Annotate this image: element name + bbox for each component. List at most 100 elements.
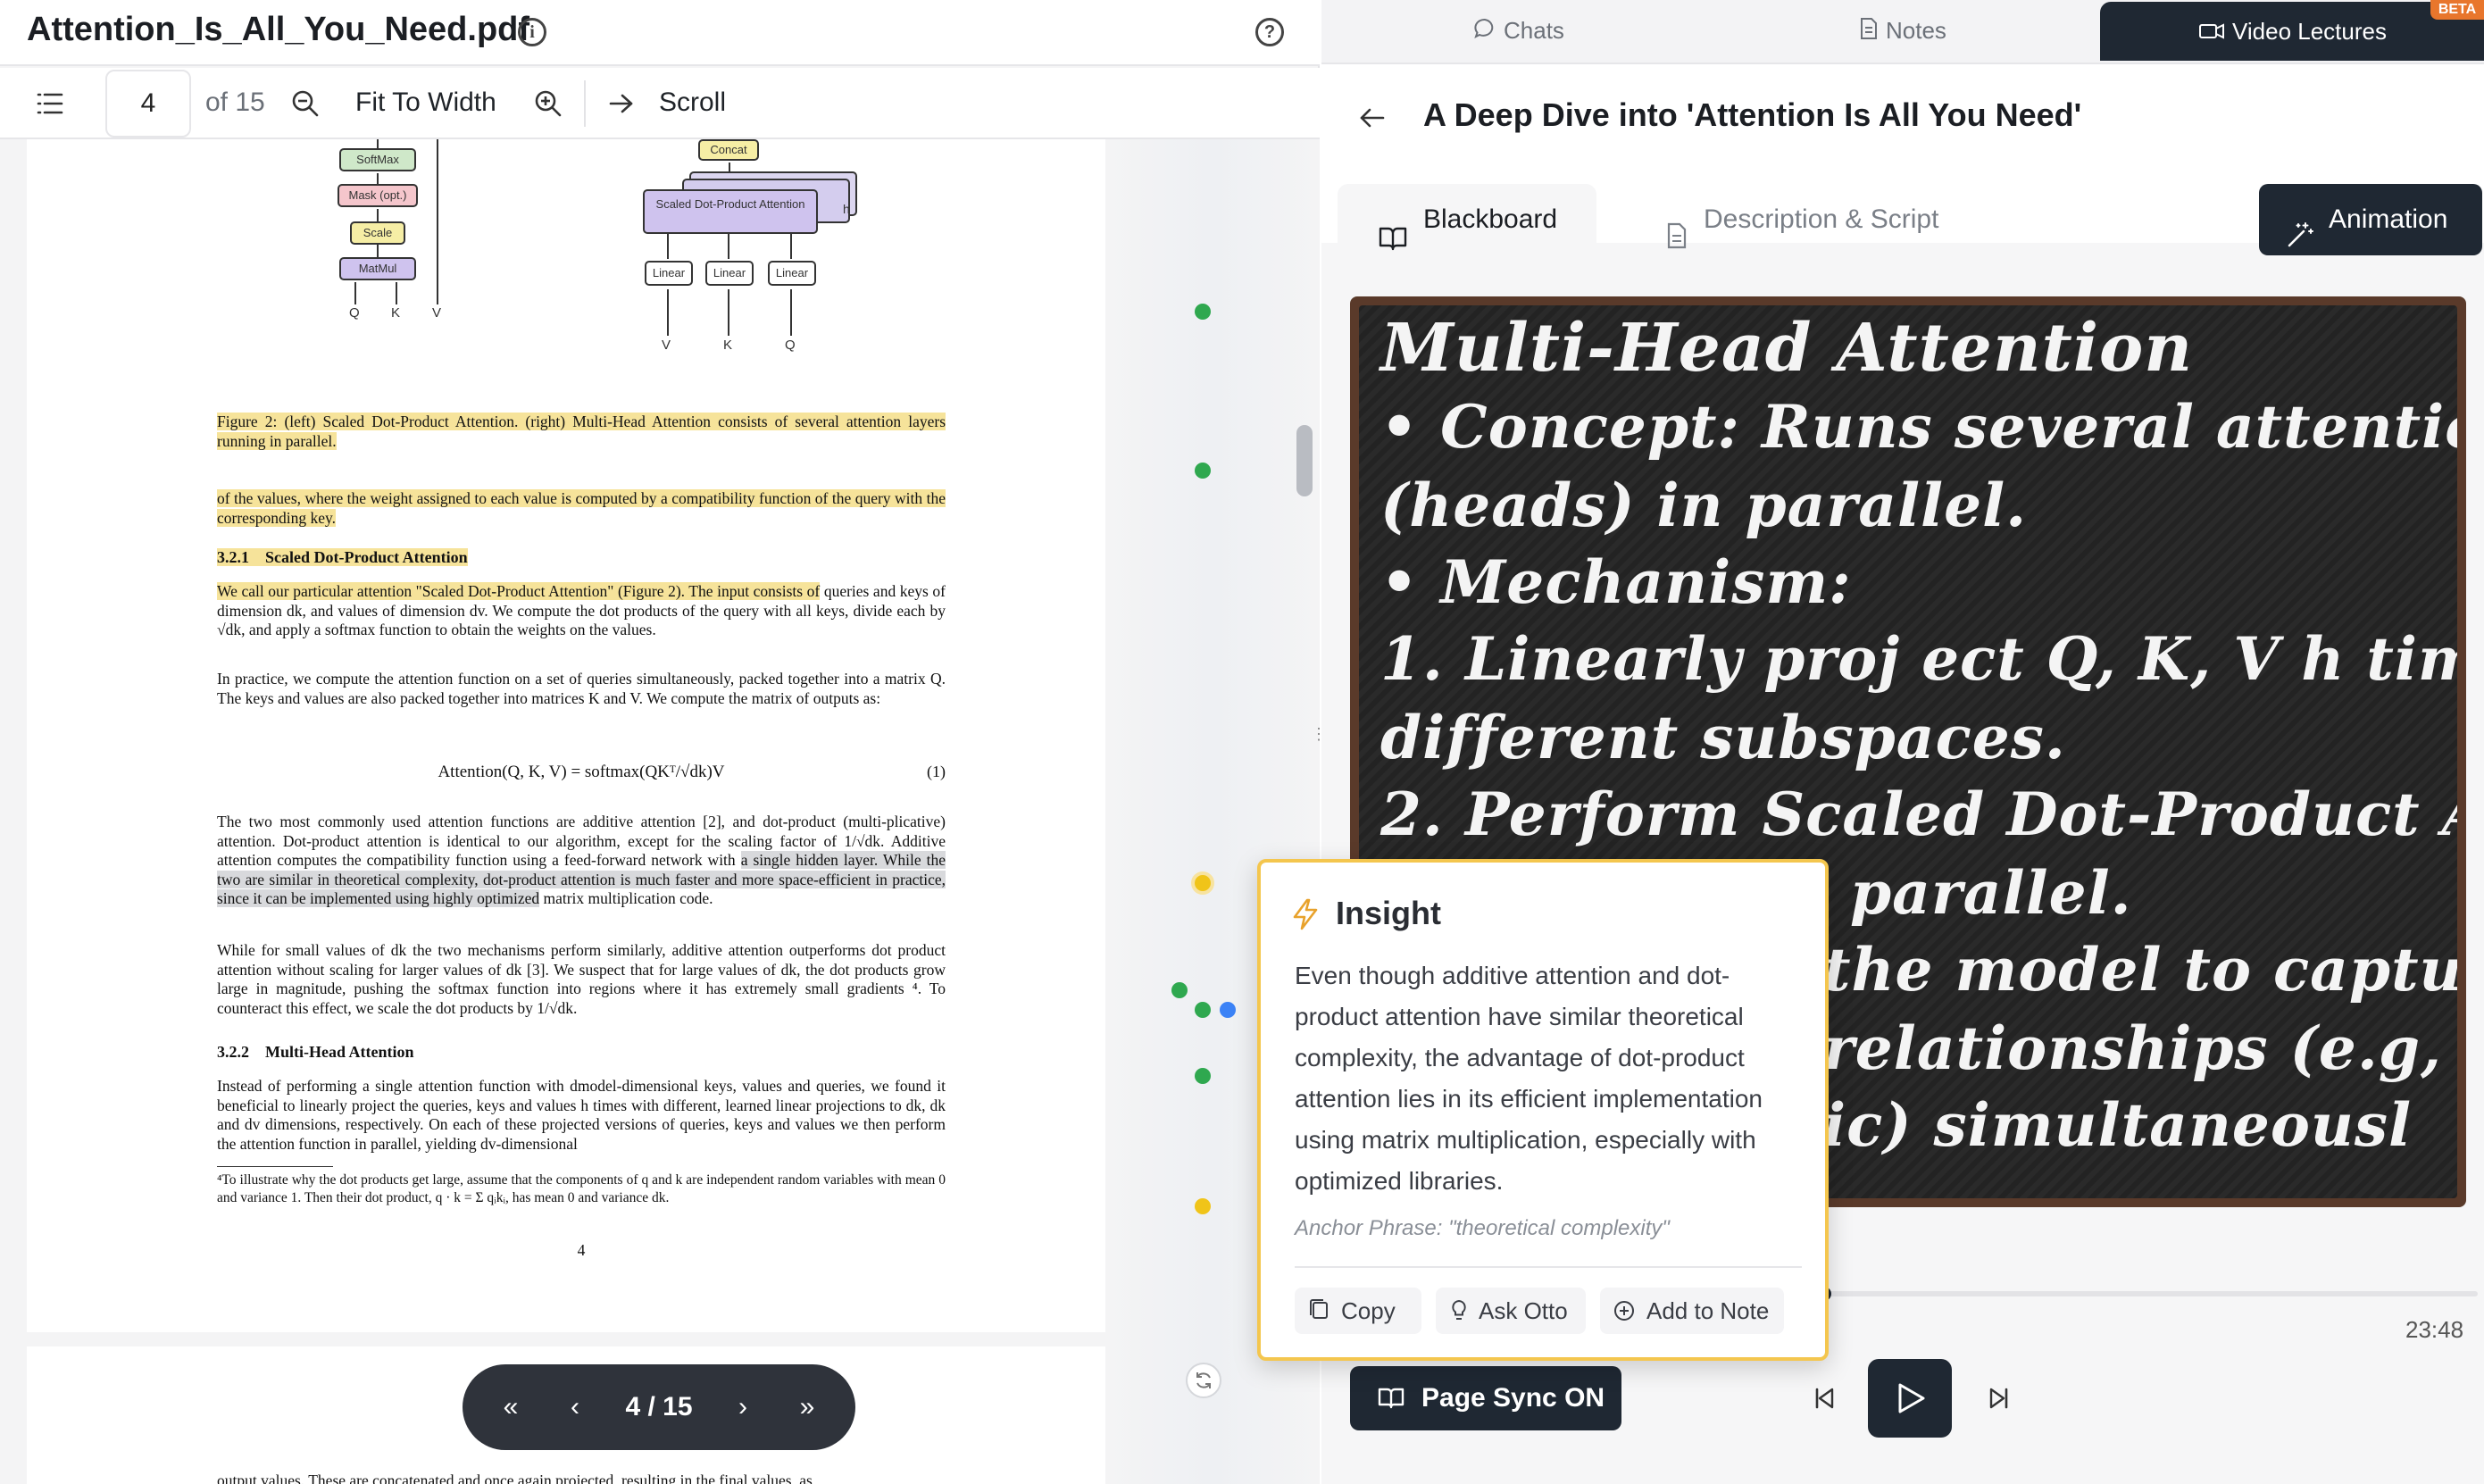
figure-input-q: Q (349, 305, 360, 321)
tab-blackboard[interactable]: Blackboard (1338, 184, 1596, 255)
linear-box-k: Linear (705, 261, 754, 286)
mask-box: Mask (opt.) (338, 184, 418, 207)
softmax-box: SoftMax (339, 148, 416, 171)
chat-bubble-icon (1473, 2, 1496, 63)
blackboard-line: ic) simultaneousl (1823, 1090, 2413, 1160)
pdf-toolbar: 4 of 15 Fit To Width Scroll (0, 68, 1320, 139)
blackboard-line: (heads) in parallel. (1380, 471, 2028, 540)
playback-time: 23:48 (2405, 1316, 2464, 1343)
insight-body: Even though additive attention and dot-p… (1295, 962, 1763, 1195)
zoom-mode-select[interactable]: Fit To Width (355, 88, 496, 118)
footnote-rule (217, 1166, 333, 1167)
page-indicator: 4 / 15 (625, 1392, 693, 1421)
blackboard-line: different subspaces. (1380, 703, 2066, 772)
last-page-button[interactable]: » (780, 1364, 834, 1450)
annotation-dot-green[interactable] (1195, 463, 1211, 479)
book-icon (1379, 207, 1407, 279)
mh-input-q: Q (785, 338, 796, 353)
annotation-dot-blue[interactable] (1220, 1002, 1236, 1018)
figure-input-k: K (391, 305, 401, 321)
scroll-mode-select[interactable]: Scroll (659, 88, 726, 118)
lightning-icon (1291, 898, 1320, 935)
next-page-button[interactable]: › (716, 1364, 770, 1450)
blackboard-line: 1. Linearly proj ect Q, K, V h times int… (1380, 624, 2457, 694)
tab-notes[interactable]: Notes (1859, 0, 1946, 61)
lightbulb-icon (1448, 1288, 1470, 1349)
pdf-page: SoftMax Mask (opt.) Scale MatMul Q K V C… (27, 139, 1107, 1332)
heads-h-label: h (843, 202, 850, 216)
refresh-icon[interactable] (1186, 1363, 1221, 1398)
first-page-button[interactable]: « (484, 1364, 538, 1450)
annotation-dot-green[interactable] (1195, 1002, 1211, 1018)
tab-chats[interactable]: Chats (1473, 0, 1564, 61)
paragraph-3-2-1: We call our particular attention "Scaled… (217, 582, 946, 638)
copy-icon (1307, 1288, 1330, 1349)
page-navigator: « ‹ 4 / 15 › » (463, 1364, 855, 1450)
beta-badge: BETA (2430, 0, 2484, 20)
footnote-4: ⁴To illustrate why the dot products get … (217, 1172, 946, 1205)
annotation-dot-green[interactable] (1195, 1068, 1211, 1084)
tab-video-lectures[interactable]: Video Lectures (2100, 2, 2484, 61)
section-3-2-2-heading: 3.2.2 Multi-Head Attention (217, 1043, 414, 1061)
page-number-input[interactable]: 4 (105, 70, 191, 138)
document-title: Attention_Is_All_You_Need.pdf (27, 11, 530, 48)
matmul-box: MatMul (339, 257, 416, 280)
zoom-out-icon[interactable] (288, 86, 323, 121)
figure-caption: Figure 2: (left) Scaled Dot-Product Atte… (217, 413, 946, 450)
insight-popup: Insight Even though additive attention a… (1257, 859, 1829, 1361)
outline-list-icon[interactable] (32, 86, 68, 121)
blackboard-line: relationships (e.g, (1823, 1013, 2442, 1083)
plus-circle-icon (1613, 1288, 1636, 1349)
animation-button[interactable]: Animation (2259, 184, 2482, 255)
blackboard-line: 2. Perform Scaled Dot-Product Attention (1380, 780, 2457, 849)
mh-input-k: K (723, 338, 733, 353)
zoom-in-icon[interactable] (530, 86, 566, 121)
linear-box-q: Linear (768, 261, 816, 286)
skip-forward-icon[interactable] (1977, 1379, 2021, 1418)
page-count-label: of 15 (205, 88, 265, 117)
panel-tabs: Chats Notes Video Lectures BETA (1321, 0, 2484, 64)
paragraph-practice: In practice, we compute the attention fu… (217, 670, 946, 707)
play-button[interactable] (1868, 1359, 1952, 1438)
paragraph-values: of the values, where the weight assigned… (217, 489, 946, 527)
next-page-first-line: output values. These are concatenated an… (217, 1471, 813, 1484)
tab-description-script[interactable]: Description & Script (1630, 184, 2005, 255)
add-to-note-button[interactable]: Add to Note (1600, 1288, 1784, 1334)
scaled-dot-product-box: Scaled Dot-Product Attention (643, 189, 818, 234)
page-sync-button[interactable]: Page Sync ON (1350, 1366, 1621, 1430)
annotation-dot-yellow[interactable] (1195, 1198, 1211, 1214)
book-sync-icon (1377, 1366, 1405, 1455)
figure-input-v: V (432, 305, 442, 321)
annotation-dot-green[interactable] (1195, 304, 1211, 320)
magic-wand-icon (2286, 205, 2314, 277)
equation-number: (1) (927, 763, 946, 780)
blackboard-line: the model to capture (1823, 935, 2457, 1005)
pdf-title-bar: Attention_Is_All_You_Need.pdf i ? (0, 0, 1320, 66)
lecture-title: A Deep Dive into 'Attention Is All You N… (1423, 96, 2082, 133)
copy-button[interactable]: Copy (1295, 1288, 1421, 1334)
insight-title: Insight (1336, 895, 1441, 931)
annotation-dot-yellow-active[interactable] (1191, 871, 1214, 895)
arrow-right-icon[interactable] (604, 86, 639, 121)
mh-input-v: V (662, 338, 671, 353)
back-arrow-icon[interactable] (1354, 100, 1389, 136)
ask-otto-button[interactable]: Ask Otto (1436, 1288, 1586, 1334)
blackboard-line: parallel. (1850, 858, 2132, 928)
help-icon[interactable]: ? (1255, 18, 1284, 46)
prev-page-button[interactable]: ‹ (548, 1364, 602, 1450)
note-icon (1859, 2, 1879, 63)
play-icon (1898, 1383, 1925, 1413)
paragraph-3-2-2: Instead of performing a single attention… (217, 1077, 946, 1153)
info-icon[interactable]: i (518, 18, 546, 46)
figure-connectors (354, 139, 792, 336)
playback-progress-bar[interactable] (1817, 1287, 2478, 1301)
blackboard-line: Multi-Head Attention (1380, 310, 2194, 387)
paragraph-common-functions: The two most commonly used attention fun… (217, 813, 946, 907)
insight-anchor-phrase: Anchor Phrase: "theoretical complexity" (1295, 1216, 1670, 1240)
scale-box: Scale (350, 221, 405, 245)
skip-back-icon[interactable] (1802, 1379, 1846, 1418)
pdf-scrollbar-thumb[interactable] (1296, 425, 1313, 496)
concat-box: Concat (698, 139, 759, 161)
annotation-dot-green[interactable] (1171, 982, 1188, 998)
blackboard-line: • Mechanism: (1380, 547, 1852, 617)
